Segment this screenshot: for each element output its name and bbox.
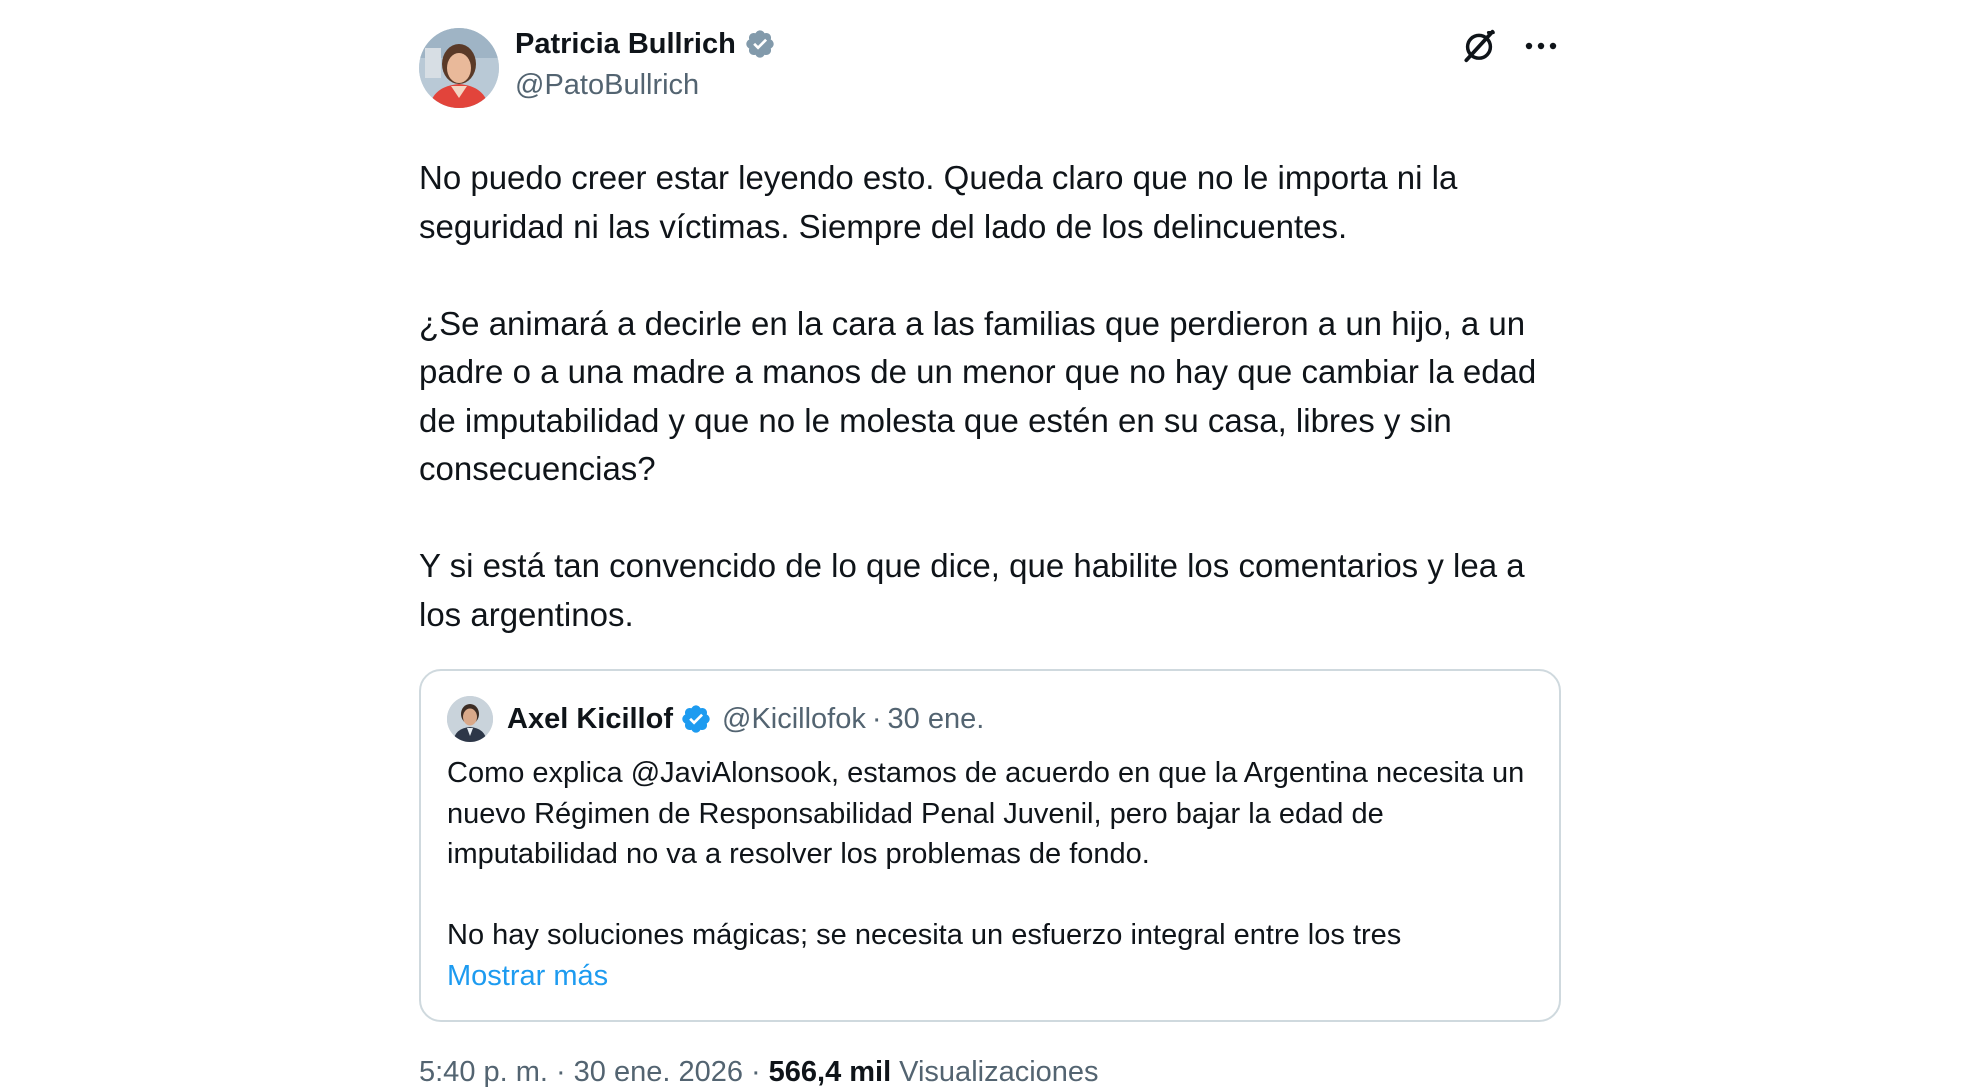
quoted-paragraph: Como explica @JaviAlonsook, estamos de a… xyxy=(447,757,1525,870)
quoted-author-handle[interactable]: @Kicillofok xyxy=(722,703,866,736)
tweet-metadata: 5:40 p. m. · 30 ene. 2026 · 566,4 mil Vi… xyxy=(419,1056,1561,1089)
quoted-author-name[interactable]: Axel Kicillof xyxy=(507,703,673,736)
quoted-paragraph: No hay soluciones mágicas; se necesita u… xyxy=(447,919,1402,951)
meta-separator: · xyxy=(750,1056,761,1088)
quoted-author-avatar[interactable] xyxy=(447,696,493,742)
tweet-time[interactable]: 5:40 p. m. xyxy=(419,1056,548,1089)
tweet: Patricia Bullrich @PatoBullrich No puedo… xyxy=(419,20,1561,1089)
quoted-verified-badge-icon xyxy=(682,705,710,733)
author-avatar-image xyxy=(419,28,499,108)
show-more-link[interactable]: Mostrar más xyxy=(447,956,1533,997)
quoted-tweet-header: Axel Kicillof @Kicillofok · 30 ene. xyxy=(447,695,1533,743)
tweet-paragraph: No puedo creer estar leyendo esto. Queda… xyxy=(419,159,1458,245)
tweet-paragraph: ¿Se animará a decirle en la cara a las f… xyxy=(419,304,1537,488)
author-handle[interactable]: @PatoBullrich xyxy=(515,69,699,102)
header-actions xyxy=(1459,26,1561,66)
tweet-date[interactable]: 30 ene. 2026 xyxy=(574,1056,743,1089)
author-avatar[interactable] xyxy=(419,28,499,108)
tweet-paragraph: Y si está tan convencido de lo que dice,… xyxy=(419,547,1525,633)
tweet-text: No puedo creer estar leyendo esto. Queda… xyxy=(419,154,1561,639)
quoted-tweet-text: Como explica @JaviAlonsook, estamos de a… xyxy=(447,753,1533,956)
quoted-separator: · xyxy=(871,702,882,735)
quoted-avatar-image xyxy=(447,696,493,742)
meta-separator: · xyxy=(555,1056,566,1088)
author-name-row: Patricia Bullrich xyxy=(515,26,776,62)
quoted-date[interactable]: 30 ene. xyxy=(888,703,985,736)
quoted-tweet[interactable]: Axel Kicillof @Kicillofok · 30 ene. Como… xyxy=(419,669,1561,1022)
grok-icon[interactable] xyxy=(1459,26,1499,66)
more-options-icon[interactable] xyxy=(1521,26,1561,66)
views-count: 566,4 mil xyxy=(768,1056,892,1088)
views-label: Visualizaciones xyxy=(899,1056,1099,1088)
tweet-header: Patricia Bullrich @PatoBullrich xyxy=(419,20,1561,110)
verified-badge-icon xyxy=(746,30,774,58)
author-name[interactable]: Patricia Bullrich xyxy=(515,28,736,61)
